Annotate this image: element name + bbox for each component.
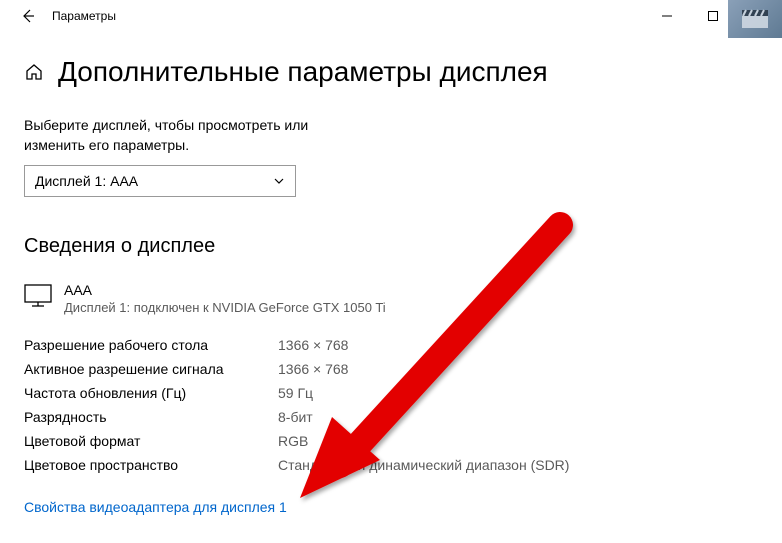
info-value: 8-бит: [278, 409, 313, 425]
adapter-properties-link[interactable]: Свойства видеоадаптера для дисплея 1: [24, 499, 287, 515]
table-row: Цветовое пространство Стандартный динами…: [24, 457, 758, 473]
info-label: Частота обновления (Гц): [24, 385, 278, 401]
info-label: Разрешение рабочего стола: [24, 337, 278, 353]
display-select-value: Дисплей 1: AAA: [35, 173, 138, 189]
info-label: Цветовой формат: [24, 433, 278, 449]
instruction-text: Выберите дисплей, чтобы просмотреть или …: [24, 116, 344, 155]
maximize-icon: [708, 11, 718, 21]
clapperboard-icon: [740, 8, 770, 30]
info-label: Разрядность: [24, 409, 278, 425]
page-header: Дополнительные параметры дисплея: [24, 56, 758, 88]
home-icon[interactable]: [24, 62, 44, 82]
table-row: Цветовой формат RGB: [24, 433, 758, 449]
info-value: RGB: [278, 433, 308, 449]
main-content: Дополнительные параметры дисплея Выберит…: [0, 32, 782, 515]
info-table: Разрешение рабочего стола 1366 × 768 Акт…: [24, 337, 758, 473]
arrow-left-icon: [20, 8, 36, 24]
titlebar: Параметры: [0, 0, 782, 32]
chevron-down-icon: [273, 175, 285, 187]
table-row: Частота обновления (Гц) 59 Гц: [24, 385, 758, 401]
app-badge: [728, 0, 782, 38]
section-title: Сведения о дисплее: [24, 235, 758, 258]
page-title: Дополнительные параметры дисплея: [58, 56, 548, 88]
display-info-row: AAA Дисплей 1: подключен к NVIDIA GeForc…: [24, 282, 758, 315]
minimize-icon: [662, 11, 672, 21]
info-label: Активное разрешение сигнала: [24, 361, 278, 377]
table-row: Разрядность 8-бит: [24, 409, 758, 425]
table-row: Активное разрешение сигнала 1366 × 768: [24, 361, 758, 377]
minimize-button[interactable]: [644, 0, 690, 32]
info-value: 59 Гц: [278, 385, 313, 401]
display-sub: Дисплей 1: подключен к NVIDIA GeForce GT…: [64, 300, 386, 315]
table-row: Разрешение рабочего стола 1366 × 768: [24, 337, 758, 353]
window-title: Параметры: [52, 9, 116, 23]
back-button[interactable]: [8, 0, 48, 32]
info-value: Стандартный динамический диапазон (SDR): [278, 457, 569, 473]
display-name: AAA: [64, 282, 386, 298]
info-value: 1366 × 768: [278, 337, 348, 353]
monitor-icon: [24, 284, 52, 308]
info-label: Цветовое пространство: [24, 457, 278, 473]
info-value: 1366 × 768: [278, 361, 348, 377]
display-select[interactable]: Дисплей 1: AAA: [24, 165, 296, 197]
